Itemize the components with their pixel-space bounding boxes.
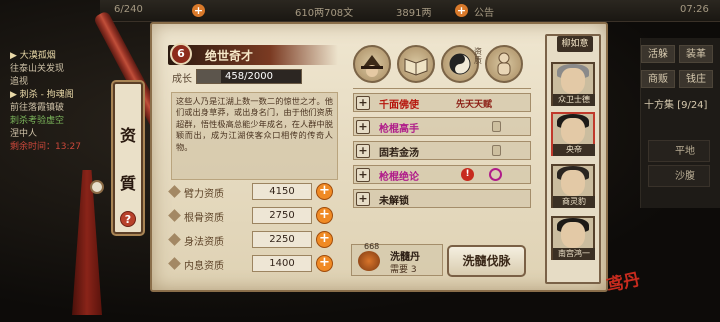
attribute-row: 根骨资质 2750 + (168, 207, 335, 225)
skill-row[interactable]: + 未解锁 (353, 189, 531, 208)
skill-tag: 先天天赋 (456, 100, 493, 110)
quest-line: 追视 (10, 77, 29, 87)
lock-icon (492, 145, 501, 156)
attribute-add-button[interactable]: + (316, 183, 333, 200)
marrow-wash-button[interactable]: 洗髓伐脉 (447, 245, 526, 277)
menu-button[interactable]: 商贩 (641, 70, 675, 88)
character-name: 众卫士德 (553, 94, 595, 106)
attribute-add-button[interactable]: + (316, 231, 333, 248)
figure-icon[interactable] (485, 45, 523, 83)
attribute-row: 臂力资质 4150 + (168, 183, 335, 201)
attribute-label: 根骨资质 (184, 213, 224, 224)
announce-button[interactable]: 公告 (474, 4, 494, 19)
terrain-sand-button[interactable]: 沙腹 (648, 165, 710, 187)
plus-icon: + (356, 168, 370, 182)
quest-line: 往泰山关发现 (10, 64, 65, 74)
character-tab[interactable]: 柳如意 (557, 36, 593, 52)
aptitude-badge: 资质 (474, 47, 482, 65)
skill-name: 千面佛使 (379, 100, 419, 111)
terrain-flat-button[interactable]: 平地 (648, 140, 710, 162)
attribute-value: 4150 (252, 183, 312, 200)
attribute-value: 2250 (252, 231, 312, 248)
elixir-icon (358, 251, 380, 271)
skill-row[interactable]: + 枪棍高手 (353, 117, 531, 136)
diamond-icon (168, 257, 181, 270)
character-name: 商灵豹 (553, 196, 595, 208)
skill-row[interactable]: + 固若金汤 (353, 141, 531, 160)
character-name: 央帝 (553, 144, 595, 156)
attribute-value: 2750 (252, 207, 312, 224)
divider (353, 88, 531, 89)
quest-line: 涅中人 (10, 129, 38, 139)
tab-char: 资 (119, 126, 136, 145)
money-display: 610两708文 (295, 8, 354, 19)
item-count: 668 (364, 242, 380, 251)
add-currency-button[interactable]: + (455, 4, 468, 17)
attribute-add-button[interactable]: + (316, 207, 333, 224)
quest-timer: 剩余时间：13:27 (10, 142, 81, 152)
item-need: 需要 3 (390, 265, 417, 275)
item-name: 洗髓丹 (390, 252, 420, 263)
skill-name: 固若金汤 (379, 148, 419, 159)
diamond-icon (168, 209, 181, 222)
attribute-label: 内息资质 (184, 261, 224, 272)
menu-button[interactable]: 装革 (679, 45, 713, 63)
alert-icon: ! (461, 168, 474, 181)
character-name: 南宫鸿一 (553, 248, 595, 260)
clock: 07:26 (680, 4, 709, 15)
tab-char: 質 (119, 174, 136, 193)
plus-icon: + (356, 120, 370, 134)
quest-line[interactable]: ▶ 大漠孤烟 (10, 50, 110, 63)
skill-name: 枪棍绝论 (379, 172, 419, 183)
attribute-label: 臂力资质 (184, 189, 224, 200)
aptitude-tab[interactable]: 资 質 ? (113, 82, 143, 234)
item-box: 668 洗髓丹 需要 3 (351, 242, 443, 276)
bag-capacity: 6/240 (114, 4, 143, 15)
refresh-icon[interactable] (489, 168, 502, 181)
help-icon[interactable]: ? (120, 211, 136, 227)
quest-list: ▶ 大漠孤烟 往泰山关发现 追视 ▶ 刺杀 - 拘魂阁 前往落霞镇破 刺杀考验虚… (0, 50, 110, 170)
growth-text: 458/2000 (225, 71, 273, 82)
plus-icon: + (356, 96, 370, 110)
jade-bead (90, 180, 104, 194)
currency2-display: 3891两 (396, 8, 432, 19)
attribute-row: 身法资质 2250 + (168, 231, 335, 249)
skill-name: 枪棍高手 (379, 124, 419, 135)
quest-line: 前往落霞镇破 (10, 103, 65, 113)
growth-bar: 458/2000 (196, 69, 302, 84)
attribute-row: 内息资质 1400 + (168, 255, 335, 273)
add-capacity-button[interactable]: + (192, 4, 205, 17)
diamond-icon (168, 185, 181, 198)
attribute-label: 身法资质 (184, 237, 224, 248)
book-icon[interactable] (397, 45, 435, 83)
top-resource-bar: 6/240 + 610两708文 3891两 + 公告 07:26 (100, 0, 720, 22)
menu-button[interactable]: 活躲 (641, 45, 675, 63)
quest-line: 刺杀考验虚空 (10, 116, 65, 126)
lock-icon (492, 121, 501, 132)
attribute-add-button[interactable]: + (316, 255, 333, 272)
market-counter: 十方集 [9/24] (644, 100, 708, 111)
skill-row[interactable]: + 枪棍绝论 ! (353, 165, 531, 184)
character-title: 绝世奇才 (205, 49, 254, 63)
plus-icon: + (356, 144, 370, 158)
menu-button[interactable]: 钱庄 (679, 70, 713, 88)
skill-name: 未解锁 (379, 196, 409, 207)
plus-icon: + (356, 192, 370, 206)
talent-icon: 6 (170, 43, 192, 65)
hat-icon[interactable] (353, 45, 391, 83)
character-description: 这些人乃是江湖上数一数二的惊世之才。他们或出身草莽，或出身名门，由于他们资质超群… (171, 92, 338, 180)
quest-line[interactable]: ▶ 刺杀 - 拘魂阁 (10, 89, 110, 102)
diamond-icon (168, 233, 181, 246)
attribute-value: 1400 (252, 255, 312, 272)
growth-label: 成长 (172, 74, 192, 85)
skill-row[interactable]: + 千面佛使 先天天赋 (353, 93, 531, 112)
